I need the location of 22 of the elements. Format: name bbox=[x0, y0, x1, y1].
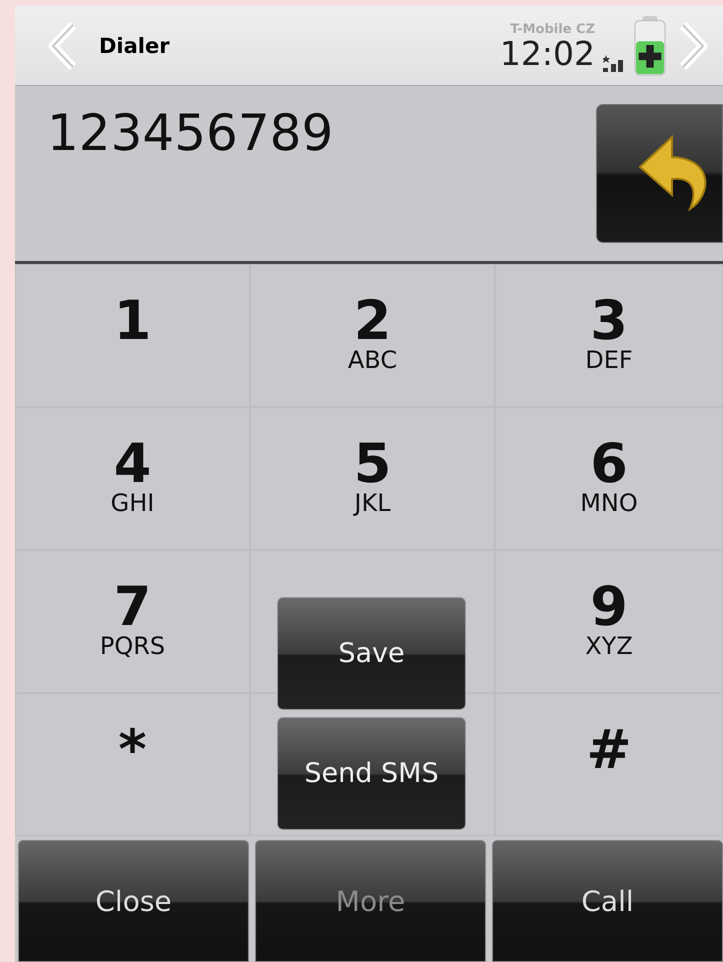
dialed-number: 123456789 bbox=[47, 104, 334, 162]
window-title: Dialer bbox=[99, 34, 171, 58]
keypad-key[interactable]: 7 PQRS bbox=[15, 550, 250, 693]
bottom-button[interactable]: More bbox=[255, 840, 486, 962]
keypad-key[interactable]: 2 ABC bbox=[250, 264, 495, 407]
keypad-key[interactable]: 4 GHI bbox=[15, 407, 250, 550]
battery-charging-icon bbox=[633, 14, 667, 76]
menu-item[interactable]: Save bbox=[277, 597, 466, 710]
bottom-button[interactable]: Call bbox=[492, 840, 723, 962]
keypad-key[interactable]: 6 MNO bbox=[495, 407, 723, 550]
carrier-name: T-Mobile CZ bbox=[510, 22, 595, 36]
signal-icon bbox=[603, 53, 625, 73]
keypad-key[interactable]: 1 bbox=[15, 264, 250, 407]
keypad-key[interactable]: * bbox=[15, 693, 250, 836]
keypad-key[interactable]: 3 DEF bbox=[495, 264, 723, 407]
keypad-key[interactable]: 5 JKL bbox=[250, 407, 495, 550]
backspace-button[interactable] bbox=[596, 104, 723, 243]
keypad-key[interactable]: # bbox=[495, 693, 723, 836]
keypad-key[interactable]: 9 XYZ bbox=[495, 550, 723, 693]
menu-item[interactable]: Send SMS bbox=[277, 717, 466, 830]
bottom-button[interactable]: Close bbox=[18, 840, 249, 962]
clock-time: 12:02 bbox=[500, 36, 595, 70]
